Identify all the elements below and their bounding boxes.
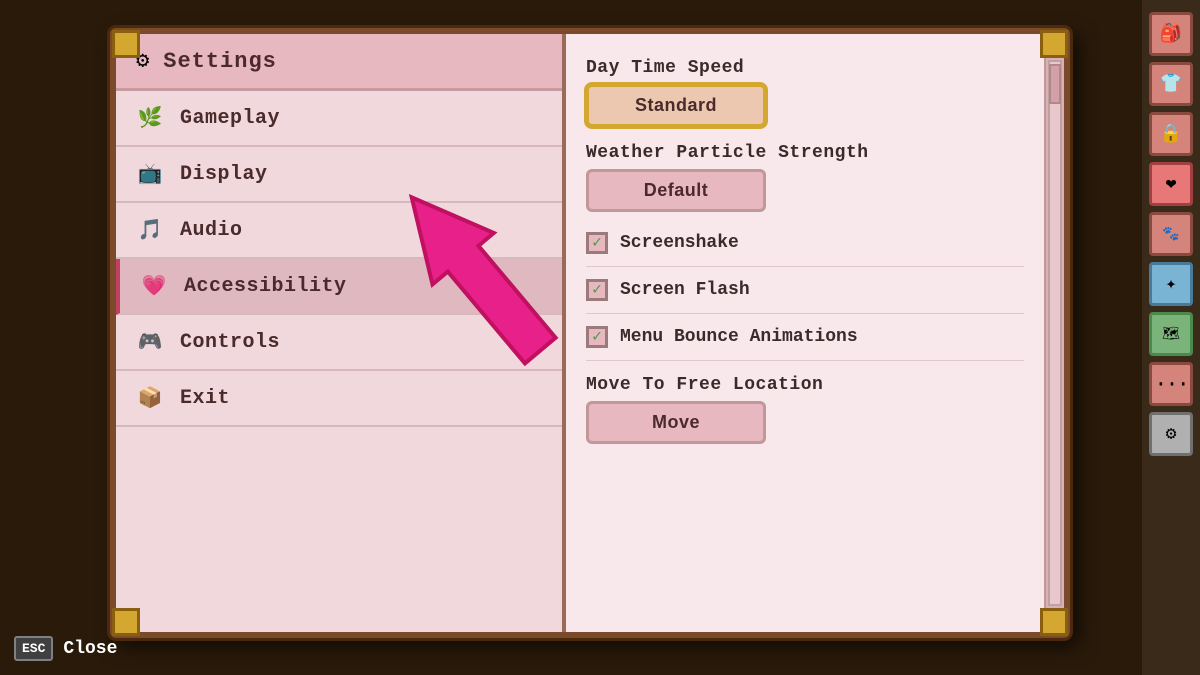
right-panel: Day Time Speed Standard Weather Particle… <box>566 34 1064 632</box>
sidebar-icon-backpack[interactable]: 🎒 <box>1149 12 1193 56</box>
section-screenshake: Screenshake <box>586 220 1024 267</box>
nav-item-audio[interactable]: 🎵 Audio <box>116 203 562 259</box>
sidebar-icon-lock[interactable]: 🔒 <box>1149 112 1193 156</box>
accessibility-label: Accessibility <box>184 275 347 298</box>
weather-particle-button[interactable]: Default <box>586 169 766 212</box>
right-content: Day Time Speed Standard Weather Particle… <box>566 34 1044 632</box>
display-icon: 📺 <box>136 161 164 187</box>
section-menu-bounce: Menu Bounce Animations <box>586 314 1024 361</box>
right-sidebar: 🎒 👕 🔒 ❤ 🐾 ✦ 🗺 ··· ⚙ <box>1142 0 1200 675</box>
controls-label: Controls <box>180 331 280 354</box>
corner-decoration-tr <box>1040 30 1068 58</box>
screenshake-checkbox[interactable] <box>586 232 608 254</box>
screen-flash-label: Screen Flash <box>620 280 750 300</box>
scroll-thumb[interactable] <box>1049 64 1061 104</box>
nav-item-exit[interactable]: 📦 Exit <box>116 371 562 427</box>
sidebar-icon-heart[interactable]: ❤ <box>1149 162 1193 206</box>
sidebar-icon-shirt[interactable]: 👕 <box>1149 62 1193 106</box>
esc-key[interactable]: ESC <box>14 636 53 661</box>
section-daytime-speed: Day Time Speed Standard <box>586 50 1024 127</box>
move-to-free-label: Move To Free Location <box>586 367 1024 401</box>
nav-item-accessibility[interactable]: 💗 Accessibility <box>116 259 562 315</box>
scrollbar: ▲ ▼ <box>1044 34 1064 632</box>
audio-icon: 🎵 <box>136 217 164 243</box>
gameplay-label: Gameplay <box>180 107 280 130</box>
left-panel: ⚙ Settings 🌿 Gameplay 📺 Display 🎵 Audio … <box>116 34 566 632</box>
section-screen-flash: Screen Flash <box>586 267 1024 314</box>
menu-bounce-checkbox[interactable] <box>586 326 608 348</box>
display-label: Display <box>180 163 268 186</box>
exit-icon: 📦 <box>136 385 164 411</box>
corner-decoration-br <box>1040 608 1068 636</box>
screenshake-label: Screenshake <box>620 233 739 253</box>
corner-decoration-tl <box>112 30 140 58</box>
move-button[interactable]: Move <box>586 401 766 444</box>
nav-item-gameplay[interactable]: 🌿 Gameplay <box>116 91 562 147</box>
close-text: Close <box>63 639 117 659</box>
screen-flash-checkbox[interactable] <box>586 279 608 301</box>
corner-decoration-bl <box>112 608 140 636</box>
daytime-speed-button[interactable]: Standard <box>586 84 766 127</box>
sidebar-icon-gear-bottom[interactable]: ⚙ <box>1149 412 1193 456</box>
settings-title: Settings <box>163 49 277 74</box>
gameplay-icon: 🌿 <box>136 105 164 131</box>
menu-bounce-label: Menu Bounce Animations <box>620 327 858 347</box>
scroll-track <box>1048 60 1062 606</box>
sidebar-icon-buddy[interactable]: 🐾 <box>1149 212 1193 256</box>
audio-label: Audio <box>180 219 243 242</box>
section-move-to-free: Move To Free Location Move <box>586 367 1024 444</box>
esc-close-bar: ESC Close <box>14 636 117 661</box>
settings-header: ⚙ Settings <box>116 34 562 91</box>
nav-item-display[interactable]: 📺 Display <box>116 147 562 203</box>
right-panel-inner: Day Time Speed Standard Weather Particle… <box>566 34 1064 632</box>
exit-label: Exit <box>180 387 230 410</box>
settings-book: ⚙ Settings 🌿 Gameplay 📺 Display 🎵 Audio … <box>110 28 1070 638</box>
weather-particle-label: Weather Particle Strength <box>586 135 1024 169</box>
sidebar-icon-star[interactable]: ✦ <box>1149 262 1193 306</box>
sidebar-icon-map[interactable]: 🗺 <box>1149 312 1193 356</box>
section-weather-particle: Weather Particle Strength Default <box>586 135 1024 212</box>
nav-item-controls[interactable]: 🎮 Controls <box>116 315 562 371</box>
sidebar-icon-ellipsis[interactable]: ··· <box>1149 362 1193 406</box>
accessibility-icon: 💗 <box>140 273 168 299</box>
daytime-speed-label: Day Time Speed <box>586 50 1024 84</box>
controls-icon: 🎮 <box>136 329 164 355</box>
